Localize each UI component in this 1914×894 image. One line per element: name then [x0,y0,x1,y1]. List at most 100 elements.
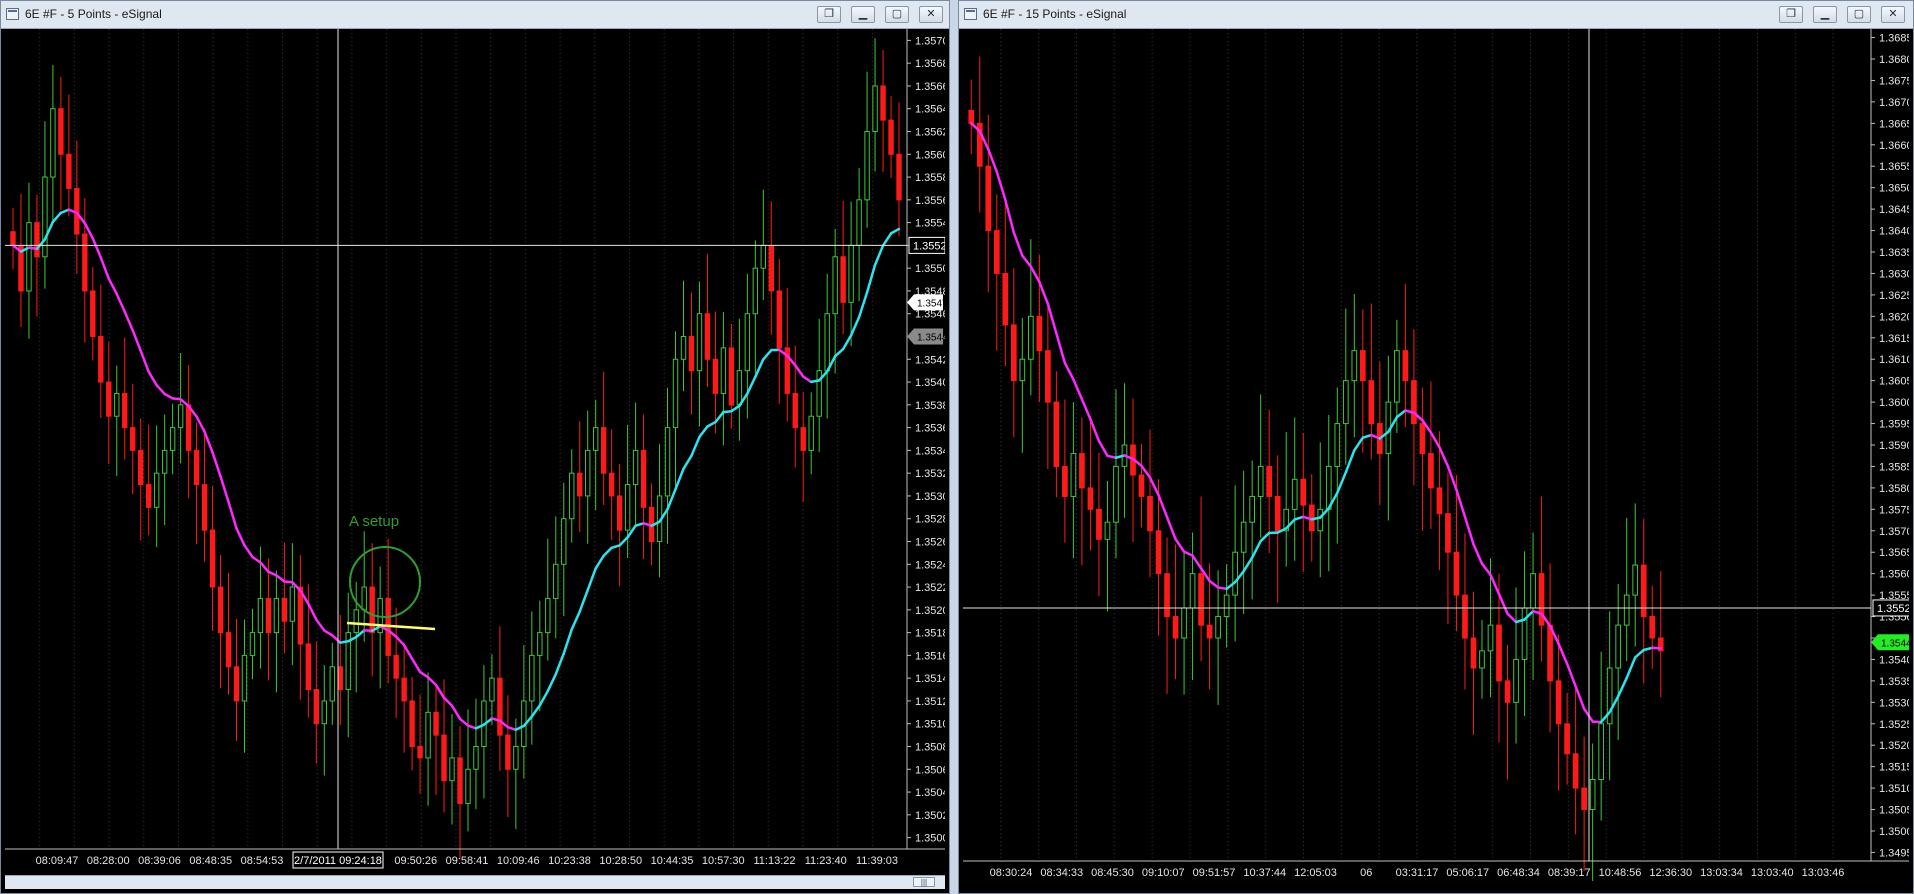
price-tick-label: 1.3575 [1879,504,1909,516]
price-tick-label: 1.3538 [915,400,945,412]
price-tick-label: 1.3502 [915,810,945,822]
price-chart[interactable]: 1.3570 1.3568 1.3566 1.3564 1.3562 1.3560 1.35… [5,29,945,879]
price-tick-label: 1.3534 [915,445,945,457]
candle-body [106,381,112,417]
price-tick-label: 1.3550 [915,263,945,275]
candle-body [1496,624,1502,682]
app-icon [964,8,977,20]
horizontal-scrollbar[interactable]: ||| [5,875,945,889]
candle-body [1206,624,1213,639]
candle-body [1266,465,1273,497]
candle-body [577,472,583,497]
candle-body [497,677,503,736]
candle-body [122,392,128,429]
price-tick-label: 1.3680 [1879,54,1909,66]
candle-body [433,711,439,736]
price-tick-label: 1.3525 [1879,719,1909,731]
candle-body [169,427,176,451]
candle-body [273,597,280,634]
candle-body [425,711,431,759]
time-tick-label: 08:54:53 [241,855,284,867]
minimize-icon[interactable]: ▁ [1813,6,1837,23]
candle-body [465,768,471,804]
candle-body [1598,723,1604,781]
candle-body [888,119,894,155]
candle-body [1530,573,1536,609]
time-tick-label: 06:48:34 [1497,867,1540,879]
close-icon[interactable]: ✕ [1881,6,1905,23]
candle-body [864,131,870,201]
candle-body [1240,521,1247,553]
minimize-icon[interactable]: ▁ [851,6,875,23]
candle-body [289,586,296,622]
price-tick-label: 1.3536 [915,423,945,435]
price-tick-label: 1.3625 [1879,290,1909,302]
chart-window-5pt[interactable]: 6E #F - 5 Points - eSignal ❐ ▁ ▢ ✕ 1.357… [0,0,950,894]
candle-body [1623,594,1630,626]
candle-body [1564,723,1570,755]
time-tick-label: 08:09:47 [36,855,79,867]
candle-body [1479,650,1485,669]
candle-body [1572,753,1579,789]
time-tick-label: 12:36:30 [1649,867,1692,879]
restore-icon[interactable]: ❐ [817,6,841,23]
candle-body [1547,624,1553,682]
candle-body [145,484,152,508]
time-tick-label: 13:03:34 [1700,867,1743,879]
time-tick-label: 08:34:33 [1040,867,1083,879]
candle-body [1640,564,1647,618]
price-chart[interactable]: 1.3685 1.3680 1.3675 1.3670 1.3665 1.3660 1.36… [963,29,1909,881]
candle-body [193,449,200,486]
candle-body [329,666,335,702]
candle-body [1274,495,1281,532]
time-tick-label: 10:37:44 [1243,867,1286,879]
candle-body [1113,465,1119,523]
price-tick-label: 1.3610 [1879,354,1909,366]
candle-body [537,632,543,656]
candle-body [545,597,551,634]
candle-body [114,392,120,417]
price-tick-label: 1.3515 [1879,762,1909,774]
candle-body [608,472,615,497]
candle-body [569,472,575,520]
price-tick-label: 1.3580 [1879,483,1909,495]
window-titlebar[interactable]: 6E #F - 15 Points - eSignal ❐ ▁ ▢ ✕ [959,1,1913,29]
candle-body [401,677,407,702]
candle-body [1394,350,1400,403]
crosshair-price-label: 1.3552 [913,240,945,252]
candle-body [672,358,679,429]
candle-body [1649,616,1656,639]
close-icon[interactable]: ✕ [919,6,943,23]
candle-body [832,256,838,315]
maximize-icon[interactable]: ▢ [885,6,909,23]
price-tick-label: 1.3526 [915,537,945,549]
candle-body [1504,680,1511,703]
price-tick-label: 1.3510 [915,719,945,731]
price-tick-label: 1.3500 [1879,826,1909,838]
candle-body [361,586,367,611]
window-titlebar[interactable]: 6E #F - 5 Points - eSignal ❐ ▁ ▢ ✕ [1,1,949,29]
candle-body [313,689,320,725]
price-tick-label: 1.3560 [915,149,945,161]
time-tick-label: 10:57:30 [702,855,745,867]
price-tick-label: 1.3508 [915,742,945,754]
price-tick-label: 1.3655 [1879,161,1909,173]
candle-body [1010,324,1017,382]
candle-body [993,230,1000,274]
restore-icon[interactable]: ❐ [1779,6,1803,23]
candle-body [1104,521,1111,540]
candle-body [760,244,767,269]
price-tick-label: 1.3546 [915,309,945,321]
price-tick-label: 1.3540 [1879,654,1909,666]
candle-body [1453,551,1460,596]
candle-body [305,643,312,691]
candle-body [1223,594,1230,618]
candle-body [42,176,48,258]
chart-window-15pt[interactable]: 6E #F - 15 Points - eSignal ❐ ▁ ▢ ✕ 1.36… [958,0,1914,894]
scroll-thumb[interactable]: ||| [913,877,935,887]
candle-body [1189,573,1196,609]
time-tick-label: 11:39:03 [856,855,898,867]
candle-body [225,632,232,668]
maximize-icon[interactable]: ▢ [1847,6,1871,23]
candle-body [1470,637,1477,669]
